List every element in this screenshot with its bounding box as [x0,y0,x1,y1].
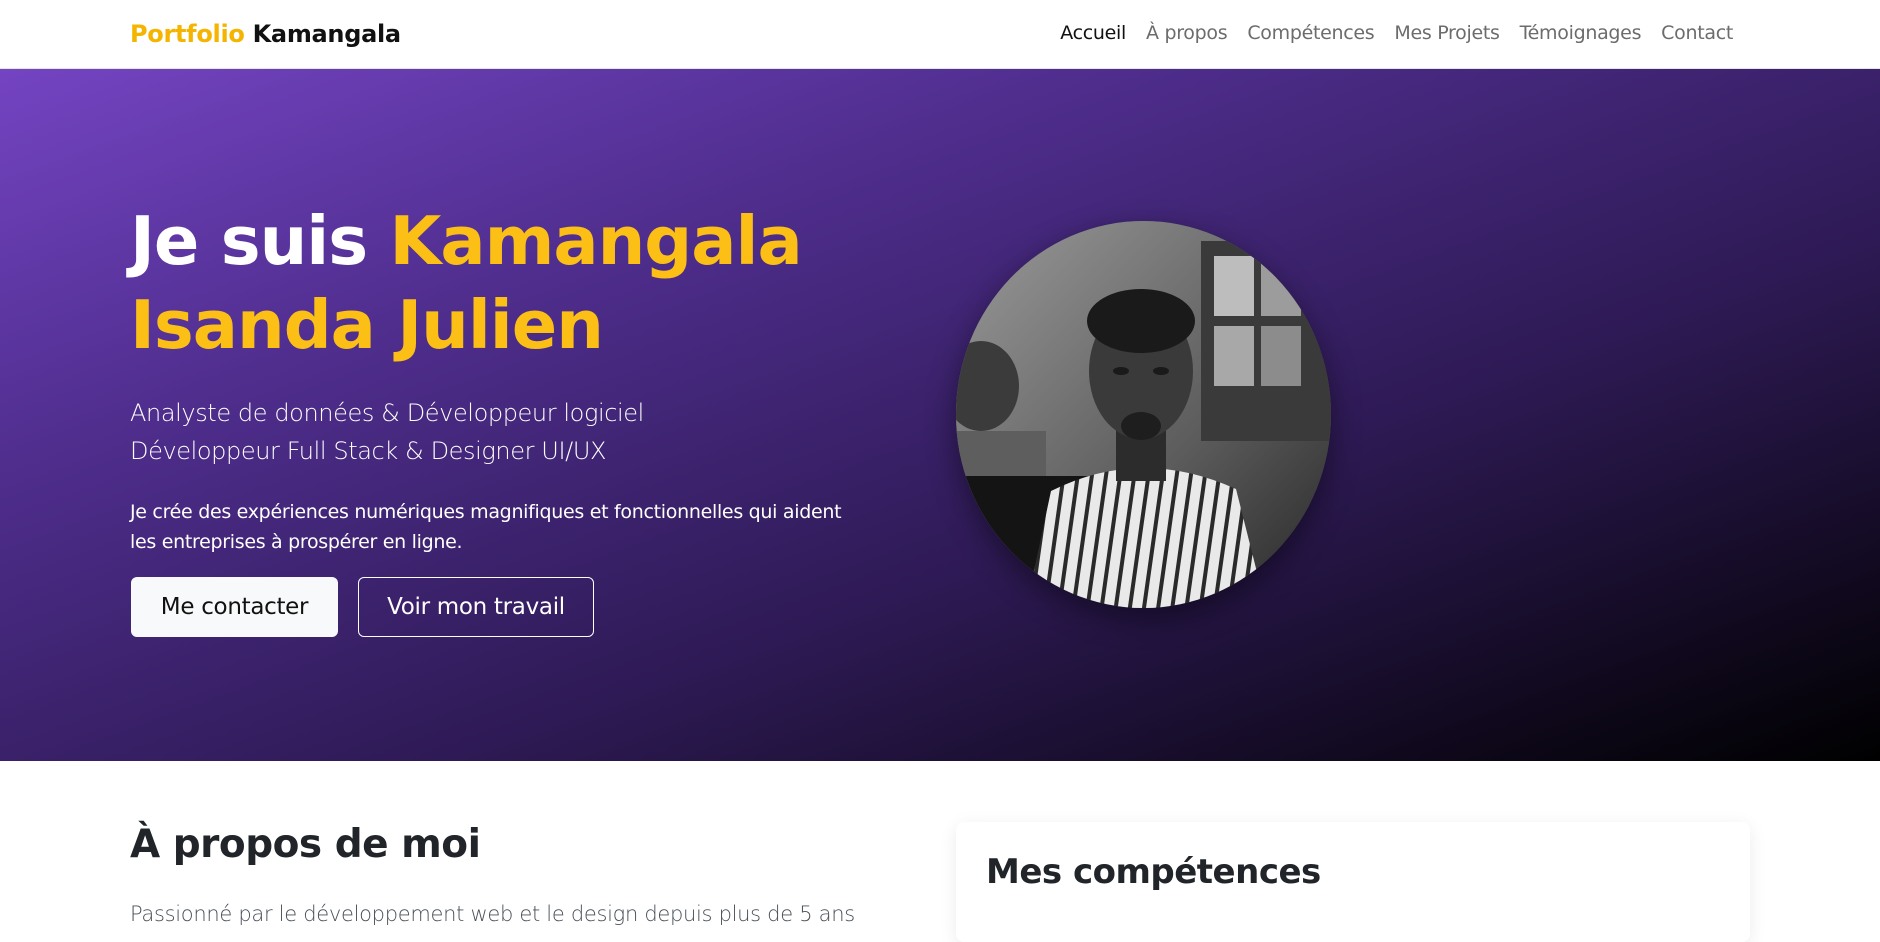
nav-link-contact[interactable]: Contact [1651,22,1743,44]
profile-photo-illustration [956,221,1331,608]
brand-logo[interactable]: Portfolio Kamangala [130,20,401,48]
skills-title: Mes compétences [986,852,1321,892]
nav-link-temoignages[interactable]: Témoignages [1510,22,1652,44]
nav-links: Accueil À propos Compétences Mes Projets… [1050,22,1743,44]
navbar: Portfolio Kamangala Accueil À propos Com… [0,0,1880,69]
nav-link-competences[interactable]: Compétences [1237,22,1384,44]
hero-title-prefix: Je suis [130,202,368,280]
brand-part1: Portfolio [130,20,245,48]
nav-link-a-propos[interactable]: À propos [1136,22,1237,44]
hero-subtitle: Analyste de données & Développeur logici… [130,394,830,470]
hero-subtitle-line2: Développeur Full Stack & Designer UI/UX [130,437,607,465]
about-title: À propos de moi [130,822,481,867]
brand-part2: Kamangala [252,20,401,48]
nav-link-projets[interactable]: Mes Projets [1384,22,1509,44]
hero-subtitle-line1: Analyste de données & Développeur logici… [130,399,644,427]
view-work-button[interactable]: Voir mon travail [358,577,594,637]
hero-section: Je suis Kamangala Isanda Julien Analyste… [0,69,1880,761]
about-text: Passionné par le développement web et le… [130,902,855,926]
skills-card: Mes compétences [956,822,1750,942]
hero-title: Je suis Kamangala Isanda Julien [130,199,830,367]
hero-title-name-line2: Isanda Julien [130,286,604,364]
hero-title-name-line1: Kamangala [389,202,802,280]
hero-description: Je crée des expériences numériques magni… [130,501,842,553]
contact-me-button[interactable]: Me contacter [131,577,338,637]
nav-link-accueil[interactable]: Accueil [1050,22,1136,44]
profile-photo [956,221,1331,608]
